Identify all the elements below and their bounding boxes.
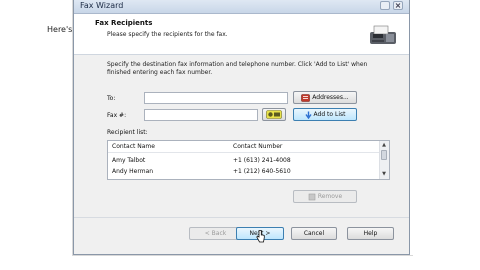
mouse-cursor-icon <box>256 230 265 243</box>
add-to-list-button[interactable]: Add to List <box>293 108 357 121</box>
back-button[interactable]: < Back <box>189 227 242 240</box>
header-title: Fax Recipients <box>95 19 153 27</box>
scroll-down-icon[interactable]: ▼ <box>381 171 387 177</box>
list-item[interactable]: Andy Herman +1 (212) 640-5610 <box>108 167 380 177</box>
contact-name: Andy Herman <box>112 168 154 175</box>
recipient-list-label: Recipient list: <box>107 129 148 136</box>
header-subtitle: Please specify the recipients for the fa… <box>107 31 228 38</box>
remove-icon <box>308 193 316 200</box>
title-bar[interactable]: Fax Wizard <box>74 0 409 14</box>
list-header: Contact Name Contact Number <box>108 141 380 153</box>
minimize-icon[interactable] <box>380 1 390 10</box>
fax-label: Fax #: <box>107 112 127 119</box>
remove-button[interactable]: Remove <box>293 190 357 203</box>
column-contact-name[interactable]: Contact Name <box>112 143 155 150</box>
list-item[interactable]: Amy Talbot +1 (613) 241-4008 <box>108 156 380 166</box>
to-input[interactable] <box>144 92 288 104</box>
fax-numbers-button[interactable] <box>262 108 286 121</box>
background-page-bottom <box>72 255 413 256</box>
wizard-header: Fax Recipients Please specify the recipi… <box>74 14 409 55</box>
cancel-button[interactable]: Cancel <box>291 227 337 240</box>
remove-label: Remove <box>317 193 343 200</box>
fax-machine-icon <box>370 25 396 44</box>
back-label: < Back <box>204 230 227 237</box>
window-title: Fax Wizard <box>80 1 124 10</box>
help-button[interactable]: Help <box>347 227 394 240</box>
scroll-up-icon[interactable]: ▲ <box>381 142 387 148</box>
column-contact-number[interactable]: Contact Number <box>233 143 282 150</box>
address-book-icon <box>301 93 311 102</box>
fax-wizard-window: Fax Wizard Fax Recipients Please specify… <box>73 0 410 255</box>
addresses-label: Addresses... <box>312 94 349 101</box>
footer-separator <box>74 217 409 218</box>
contact-number: +1 (613) 241-4008 <box>233 157 291 164</box>
add-to-list-icon <box>304 111 312 119</box>
list-scrollbar[interactable]: ▲ ▼ <box>379 141 389 179</box>
fax-number-input[interactable] <box>144 109 258 121</box>
add-to-list-label: Add to List <box>313 111 346 118</box>
help-label: Help <box>363 230 378 237</box>
to-label: To: <box>107 95 116 102</box>
fax-numbers-icon <box>266 110 282 119</box>
instructions-text: Specify the destination fax information … <box>107 61 368 76</box>
close-icon[interactable] <box>393 1 403 10</box>
recipient-list[interactable]: Contact Name Contact Number Amy Talbot +… <box>107 140 390 180</box>
background-text: Here's <box>47 25 73 34</box>
contact-name: Amy Talbot <box>112 157 146 164</box>
contact-number: +1 (212) 640-5610 <box>233 168 291 175</box>
cancel-label: Cancel <box>303 230 325 237</box>
scroll-thumb[interactable] <box>381 150 387 160</box>
addresses-button[interactable]: Addresses... <box>293 91 357 104</box>
